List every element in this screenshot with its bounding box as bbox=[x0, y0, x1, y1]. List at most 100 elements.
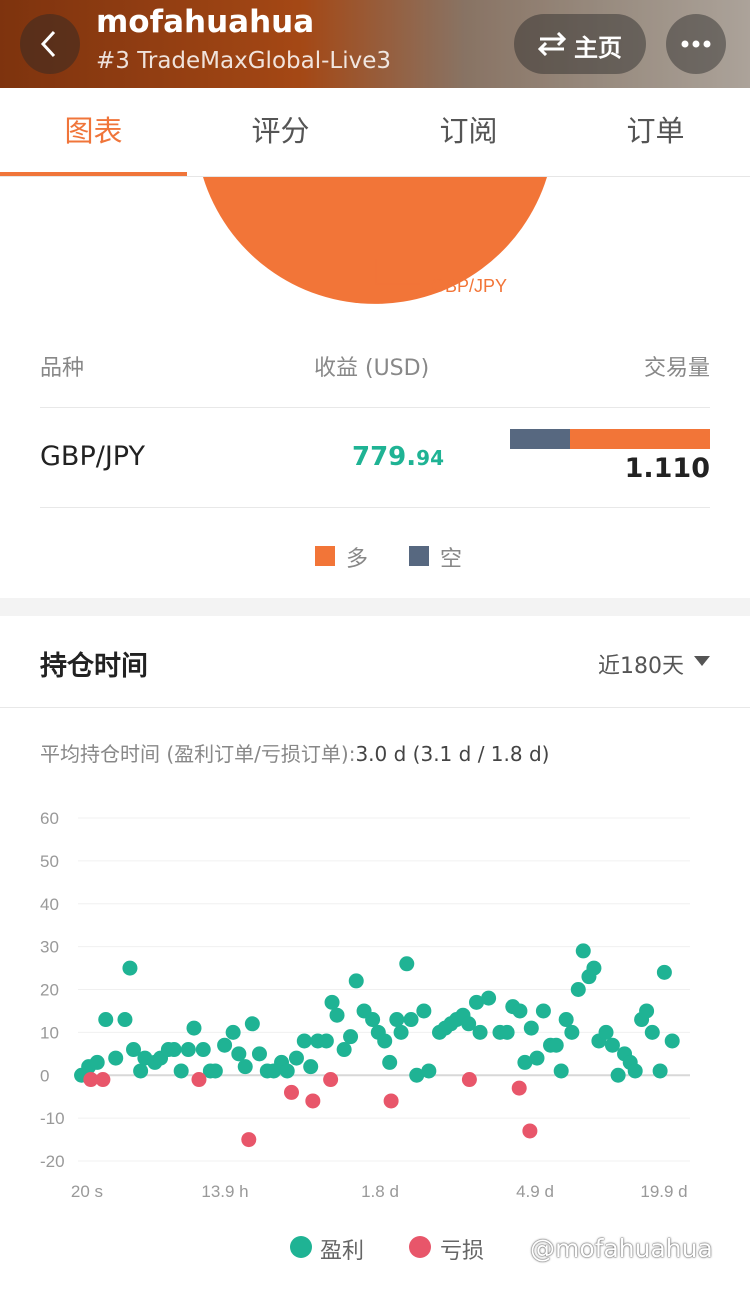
profit-point bbox=[564, 1024, 580, 1040]
symbol-pie-chart: GBP/JPY bbox=[203, 177, 547, 304]
section-separator bbox=[0, 598, 750, 616]
loss-point bbox=[305, 1093, 321, 1109]
loss-point bbox=[522, 1123, 538, 1139]
profit-point bbox=[117, 1012, 133, 1028]
profit-point bbox=[558, 1012, 574, 1028]
profit-point bbox=[627, 1063, 643, 1079]
tab-bar: 图表 评分 订阅 订单 bbox=[0, 88, 750, 177]
loss-point bbox=[461, 1072, 477, 1088]
y-tick-label: 10 bbox=[40, 1023, 59, 1042]
profit-point bbox=[382, 1054, 398, 1070]
tab-chart[interactable]: 图表 bbox=[0, 88, 187, 176]
account-name: mofahuahua bbox=[96, 4, 315, 40]
profit-point bbox=[377, 1033, 393, 1049]
profit-point bbox=[303, 1059, 319, 1075]
loss-point bbox=[283, 1084, 299, 1100]
volume-split-bar bbox=[510, 429, 710, 449]
loss-point bbox=[241, 1132, 257, 1148]
profit-point bbox=[133, 1063, 149, 1079]
legend-loss-dot bbox=[409, 1236, 431, 1258]
loss-point bbox=[383, 1093, 399, 1109]
profit-point bbox=[251, 1046, 267, 1062]
x-tick-label: 20 s bbox=[71, 1182, 103, 1201]
profit-point bbox=[173, 1063, 189, 1079]
x-tick-label: 19.9 d bbox=[640, 1182, 687, 1201]
loss-point bbox=[323, 1072, 339, 1088]
account-server: #3 TradeMaxGlobal-Live3 bbox=[96, 48, 392, 74]
y-tick-label: -10 bbox=[40, 1109, 65, 1128]
more-button[interactable] bbox=[666, 14, 726, 74]
tab-orders[interactable]: 订单 bbox=[562, 88, 749, 176]
profit-point bbox=[421, 1063, 437, 1079]
profit-point bbox=[237, 1059, 253, 1075]
back-button[interactable] bbox=[20, 14, 80, 74]
divider bbox=[40, 507, 710, 508]
holding-time-scatter: 60 50 40 30 20 10 0 -10 -20 20 s 13.9 h 1.8 d 4.9 d 1… bbox=[40, 809, 690, 1201]
profit-point bbox=[225, 1024, 241, 1040]
profit-point bbox=[296, 1033, 312, 1049]
home-label: 主页 bbox=[574, 34, 622, 62]
profit-point bbox=[652, 1063, 668, 1079]
volume-short-segment bbox=[510, 429, 570, 449]
profit-point bbox=[98, 1012, 114, 1028]
y-tick-label: 60 bbox=[40, 809, 59, 828]
legend-profit-label: 盈利 bbox=[320, 1239, 365, 1264]
profit-point bbox=[416, 1003, 432, 1019]
section-title: 持仓时间 bbox=[40, 651, 148, 682]
col-header-profit: 收益 (USD) bbox=[314, 356, 430, 381]
col-header-symbol: 品种 bbox=[40, 356, 85, 381]
divider bbox=[0, 707, 750, 708]
caret-down-icon[interactable] bbox=[694, 656, 710, 666]
pie-label: GBP/JPY bbox=[431, 276, 507, 296]
profit-point bbox=[548, 1037, 564, 1053]
y-tick-label: 30 bbox=[40, 938, 59, 957]
volume-long-segment bbox=[570, 429, 710, 449]
profit-point bbox=[207, 1063, 223, 1079]
profit-point bbox=[122, 960, 138, 976]
home-button[interactable]: 主页 bbox=[514, 14, 646, 74]
table-cell-volume: 1.110 bbox=[624, 453, 710, 484]
active-tab-indicator bbox=[0, 172, 187, 176]
profit-point bbox=[217, 1037, 233, 1053]
profit-point bbox=[389, 1012, 405, 1028]
profit-point bbox=[575, 943, 591, 959]
y-tick-label: 50 bbox=[40, 852, 59, 871]
profit-point bbox=[186, 1020, 202, 1036]
legend-short-swatch bbox=[409, 546, 429, 566]
profit-point bbox=[586, 960, 602, 976]
profit-point bbox=[610, 1067, 626, 1083]
profit-point bbox=[343, 1029, 359, 1045]
profit-point bbox=[639, 1003, 655, 1019]
profit-point bbox=[279, 1063, 295, 1079]
profit-point bbox=[523, 1020, 539, 1036]
tab-rating[interactable]: 评分 bbox=[187, 88, 374, 176]
x-tick-label: 13.9 h bbox=[201, 1182, 248, 1201]
profit-point bbox=[166, 1042, 182, 1058]
period-selector[interactable]: 近180天 bbox=[598, 648, 684, 680]
profit-point bbox=[180, 1042, 196, 1058]
loss-point bbox=[191, 1072, 207, 1088]
col-header-volume: 交易量 bbox=[643, 356, 710, 381]
profit-point bbox=[393, 1024, 409, 1040]
avg-holding-text: 平均持仓时间 (盈利订单/亏损订单):3.0 d (3.1 d / 1.8 d) bbox=[40, 738, 549, 767]
avg-holding-label: 平均持仓时间 (盈利订单/亏损订单): bbox=[40, 742, 356, 766]
swap-icon bbox=[538, 32, 566, 56]
profit-point bbox=[598, 1024, 614, 1040]
y-tick-label: 40 bbox=[40, 895, 59, 914]
profit-point bbox=[529, 1050, 545, 1066]
profit-point bbox=[656, 964, 672, 980]
profit-point bbox=[108, 1050, 124, 1066]
legend-profit-dot bbox=[290, 1236, 312, 1258]
profit-point bbox=[604, 1037, 620, 1053]
profit-point bbox=[472, 1024, 488, 1040]
profit-point bbox=[336, 1042, 352, 1058]
x-tick-label: 4.9 d bbox=[516, 1182, 554, 1201]
tab-subscribe[interactable]: 订阅 bbox=[375, 88, 562, 176]
profit-decimal: 94 bbox=[416, 446, 444, 470]
table-cell-symbol: GBP/JPY bbox=[40, 441, 145, 472]
profit-point bbox=[288, 1050, 304, 1066]
x-tick-label: 1.8 d bbox=[361, 1182, 399, 1201]
more-icon bbox=[681, 40, 711, 48]
legend-short-label: 空 bbox=[440, 547, 463, 572]
legend-loss-label: 亏损 bbox=[440, 1239, 485, 1264]
